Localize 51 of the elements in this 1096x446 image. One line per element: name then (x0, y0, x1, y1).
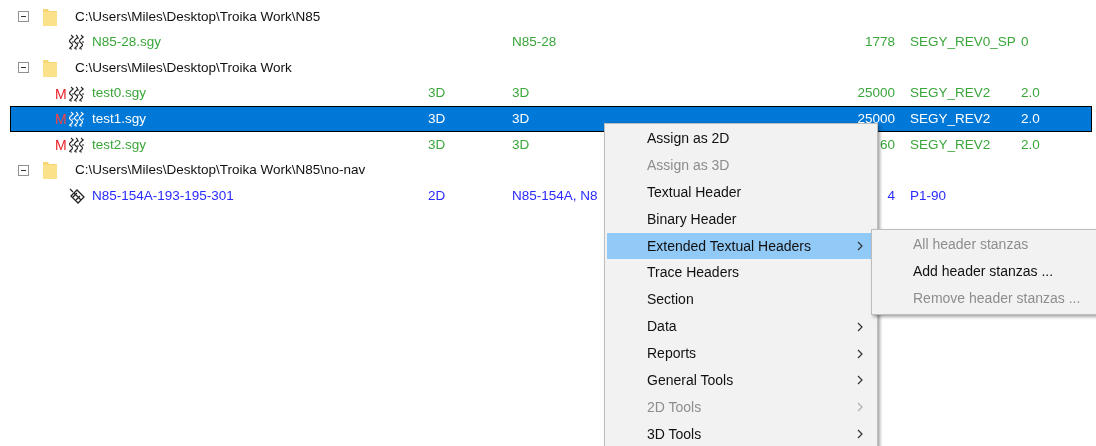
table-cell-text: 60 (879, 135, 895, 154)
menu-item[interactable]: Data (607, 313, 875, 341)
table-cell: SEGY_REV2 (910, 111, 991, 127)
table-cell: 2D (428, 187, 446, 203)
wave-icon (69, 136, 86, 153)
menu-item[interactable]: Add header stanzas ... (872, 257, 1096, 285)
modified-marker: M (55, 137, 67, 152)
table-cell: N85-28 (512, 34, 557, 50)
table-cell-text: 1778 (864, 33, 895, 52)
folder-icon (43, 161, 57, 180)
table-cell-text: 25000 (857, 84, 895, 103)
modified-marker: M (55, 112, 67, 127)
menu-item[interactable]: Binary Header (607, 205, 875, 233)
file-name[interactable]: N85-154A-193-195-301 (92, 185, 234, 207)
table-cell: 3D (428, 85, 446, 101)
table-cell: 0 (1021, 34, 1029, 50)
wave-icon (69, 111, 86, 128)
menu-item[interactable]: Textual Header (607, 178, 875, 206)
table-cell: 3D (512, 85, 530, 101)
table-cell: 2.0 (1021, 136, 1040, 152)
folder-icon (43, 7, 57, 26)
menu-item[interactable]: Reports (607, 340, 875, 367)
collapse-icon[interactable] (18, 164, 29, 176)
table-cell: SEGY_REV2 (910, 85, 991, 101)
collapse-icon[interactable] (18, 11, 29, 23)
wave-icon (69, 34, 86, 51)
menu-item[interactable]: Section (607, 286, 875, 314)
table-cell: 3D (512, 136, 530, 152)
table-cell: 3D (428, 111, 446, 127)
modified-marker: M (55, 86, 67, 101)
collapse-icon[interactable] (18, 62, 29, 74)
table-cell: 3D (512, 111, 530, 127)
table-cell: SEGY_REV0_SP (910, 34, 1016, 50)
wave-icon (69, 85, 86, 102)
table-cell: 3D (428, 136, 446, 152)
table-cell-text: 4 (887, 186, 895, 205)
file-name[interactable]: test1.sgy (92, 109, 147, 130)
folder-path: C:\Users\Miles\Desktop\Troika Work\N85\no-nav (75, 161, 366, 180)
table-cell: P1-90 (910, 187, 947, 203)
selected-row[interactable]: M test1.sgy 3D 3D 25000 SEGY_REV2 2.0 (10, 106, 1092, 132)
folder-path: C:\Users\Miles\Desktop\Troika Work (75, 58, 292, 77)
hatched-diamond-icon (69, 187, 86, 204)
menu-item[interactable]: 3D Tools (607, 420, 875, 446)
menu-item[interactable]: General Tools (607, 367, 875, 394)
table-cell: 2.0 (1021, 85, 1040, 101)
table-cell: 2.0 (1021, 111, 1040, 127)
table-cell: SEGY_REV2 (910, 136, 991, 152)
table-cell: N85-154A, N8 (512, 187, 598, 203)
folder-icon (43, 59, 57, 77)
menu-item[interactable]: Trace Headers (607, 259, 875, 287)
folder-path: C:\Users\Miles\Desktop\Troika Work\N85 (75, 7, 321, 26)
